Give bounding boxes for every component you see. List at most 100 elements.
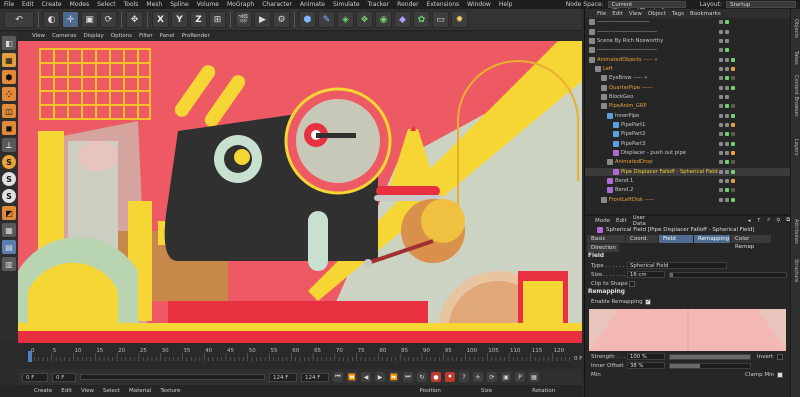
viewport-menu-options[interactable]: Options <box>111 33 132 39</box>
end-frame-field[interactable]: 124 F <box>301 372 329 382</box>
enable-check-icon[interactable] <box>725 94 729 99</box>
axis-z-button[interactable]: Z <box>190 11 207 28</box>
tag-icon[interactable] <box>731 150 735 155</box>
subdivision-icon[interactable]: ◈ <box>337 11 354 28</box>
go-to-end-icon[interactable]: ⏭ <box>403 372 413 382</box>
menu-simulate[interactable]: Simulate <box>333 1 360 8</box>
search-icon[interactable]: ⌕ <box>767 217 770 224</box>
environment-icon[interactable]: ✿ <box>413 11 430 28</box>
object-row[interactable]: PipePart3 <box>585 139 790 149</box>
cloner-icon[interactable]: ❖ <box>356 11 373 28</box>
side-tab-content-browser[interactable]: Content Browser <box>793 75 799 117</box>
menu-help[interactable]: Help <box>499 1 513 8</box>
key-position-icon[interactable]: ✛ <box>473 372 483 382</box>
scale-tool-icon[interactable]: ▣ <box>81 11 98 28</box>
3d-viewport[interactable] <box>18 41 582 343</box>
object-row[interactable]: -------------------------------- <box>585 27 790 37</box>
menu-character[interactable]: Character <box>262 1 292 8</box>
viewport-menu-panel[interactable]: Panel <box>160 33 175 39</box>
attr-menu-mode[interactable]: Mode <box>595 218 610 224</box>
visibility-dot[interactable] <box>719 141 723 146</box>
object-visibility-dots[interactable] <box>719 141 735 146</box>
enable-check-icon[interactable] <box>725 132 729 137</box>
object-row[interactable]: FrontLeftDisk ----- <box>585 196 790 205</box>
visibility-dot[interactable] <box>719 150 723 155</box>
bottom-menu-edit[interactable]: Edit <box>61 388 72 394</box>
move-tool-icon[interactable]: ✛ <box>62 11 79 28</box>
menu-file[interactable]: File <box>4 1 14 8</box>
next-key-icon[interactable]: ⏩ <box>389 372 399 382</box>
object-name[interactable]: PipeAnim_GRP <box>609 103 647 109</box>
object-name[interactable]: Left <box>603 66 613 72</box>
object-row[interactable]: PipeAnim_GRP <box>585 102 790 112</box>
object-row[interactable]: EyeBrow ----- » <box>585 74 790 84</box>
play-icon[interactable]: ▶ <box>375 372 385 382</box>
strength-slider[interactable] <box>669 353 751 360</box>
object-visibility-dots[interactable] <box>719 38 729 43</box>
tab-color-remap[interactable]: Color Remap <box>731 235 771 250</box>
record-key-icon[interactable]: ● <box>431 372 441 382</box>
menu-select[interactable]: Select <box>97 1 116 8</box>
enable-check-icon[interactable] <box>725 150 729 155</box>
object-name[interactable]: PipePart3 <box>621 141 645 147</box>
object-row[interactable]: PipePart2 <box>585 130 790 140</box>
bottom-menu-select[interactable]: Select <box>103 388 120 394</box>
snap-settings-icon[interactable]: S <box>2 172 16 186</box>
enable-check-icon[interactable] <box>725 122 729 127</box>
object-name[interactable]: -------------------------------- <box>597 29 657 35</box>
object-visibility-dots[interactable] <box>719 197 735 202</box>
previous-key-icon[interactable]: ⏪ <box>347 372 357 382</box>
enable-check-icon[interactable] <box>725 113 729 118</box>
tag-icon[interactable] <box>731 141 735 146</box>
key-pla-icon[interactable]: ▦ <box>529 372 539 382</box>
visibility-dot[interactable] <box>719 48 723 53</box>
bottom-menu-material[interactable]: Material <box>129 388 151 394</box>
bottom-menu-texture[interactable]: Texture <box>160 388 180 394</box>
edges-mode-icon[interactable]: ◫ <box>2 104 16 118</box>
object-row[interactable]: Bend.1 <box>585 177 790 187</box>
object-menu-edit[interactable]: Edit <box>612 11 623 17</box>
enable-check-icon[interactable] <box>725 76 729 81</box>
model-mode-icon[interactable]: ▦ <box>2 53 16 67</box>
loop-icon[interactable]: ↻ <box>417 372 427 382</box>
object-row[interactable]: Displacer - push out pipe <box>585 149 790 159</box>
object-visibility-dots[interactable] <box>719 66 735 71</box>
viewport-menu-prorender[interactable]: ProRender <box>182 33 210 39</box>
object-menu-object[interactable]: Object <box>648 11 666 17</box>
tab-basic[interactable]: Basic <box>587 235 625 243</box>
tag-icon[interactable] <box>731 188 735 193</box>
visibility-dot[interactable] <box>719 57 723 62</box>
object-name[interactable]: FrontLeftDisk ----- <box>609 197 654 203</box>
nav-up-icon[interactable]: ↑ <box>757 218 762 224</box>
object-visibility-dots[interactable] <box>719 20 729 25</box>
strength-field[interactable]: 100 % <box>627 353 665 360</box>
object-name[interactable]: AnimatedDrop <box>615 159 653 165</box>
menu-mograph[interactable]: MoGraph <box>227 1 254 8</box>
camera-icon[interactable]: ▭ <box>432 11 449 28</box>
object-row[interactable]: Scene By Rich Nosworthy <box>585 37 790 47</box>
render-picture-viewer-icon[interactable]: ▶ <box>254 11 271 28</box>
object-row[interactable]: Bend.2 <box>585 186 790 196</box>
object-name[interactable]: InnerPipe <box>615 113 639 119</box>
enable-check-icon[interactable] <box>725 20 729 25</box>
visibility-dot[interactable] <box>719 179 723 184</box>
go-to-start-icon[interactable]: ⏮ <box>333 372 343 382</box>
visibility-dot[interactable] <box>719 104 723 109</box>
axis-mode-icon[interactable]: ⊥ <box>2 138 16 152</box>
enable-check-icon[interactable] <box>725 104 729 109</box>
object-menu-file[interactable]: File <box>597 11 606 17</box>
object-name[interactable]: AnimatedObjects ----- » <box>597 57 657 63</box>
menu-mesh[interactable]: Mesh <box>146 1 162 8</box>
visibility-dot[interactable] <box>719 20 723 25</box>
select-tool-icon[interactable]: ◐ <box>43 11 60 28</box>
object-name[interactable]: PipePart2 <box>621 131 645 137</box>
remap-graph[interactable] <box>589 309 786 351</box>
menu-window[interactable]: Window <box>467 1 491 8</box>
tag-icon[interactable] <box>731 104 735 109</box>
object-visibility-dots[interactable] <box>719 76 735 81</box>
enable-remapping-checkbox[interactable]: ✓ <box>645 298 651 305</box>
timeline-playhead[interactable] <box>28 351 32 362</box>
tag-icon[interactable] <box>731 57 735 62</box>
grid-icon[interactable]: ▦ <box>2 223 16 237</box>
tab-coord[interactable]: Coord. <box>626 235 658 243</box>
